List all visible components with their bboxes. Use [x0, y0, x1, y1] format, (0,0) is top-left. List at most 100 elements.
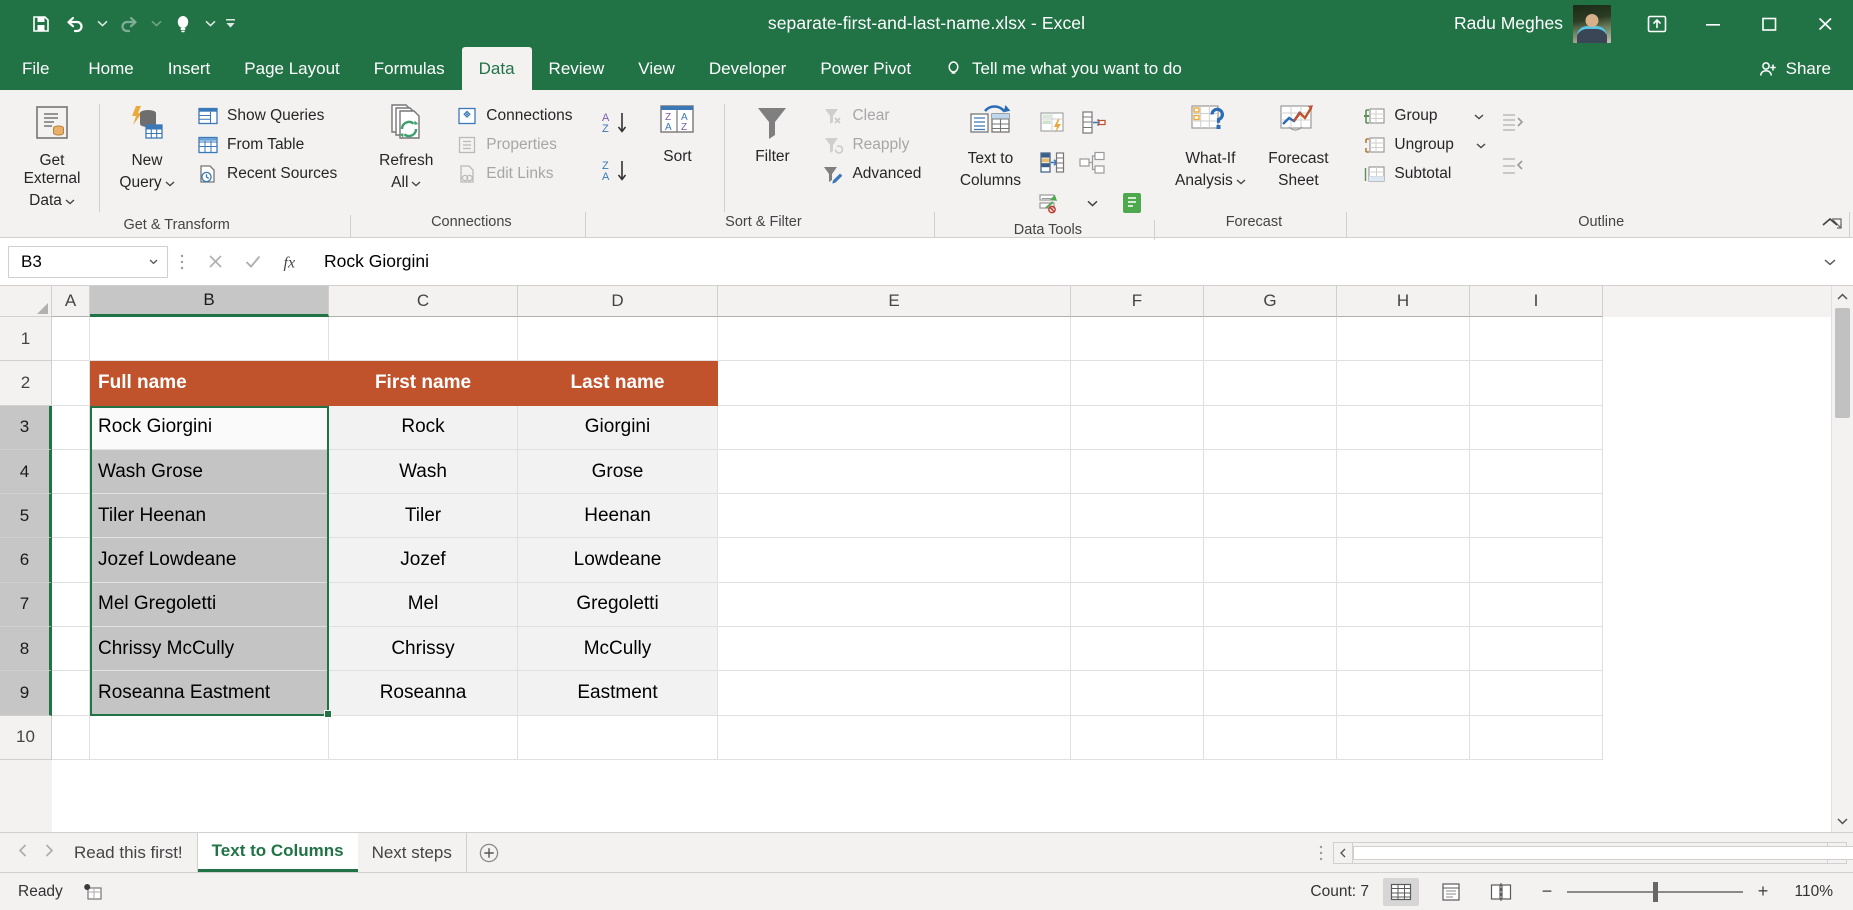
- consolidate-icon[interactable]: [1035, 186, 1069, 220]
- cell-a6[interactable]: [52, 538, 90, 582]
- cell-g5[interactable]: [1204, 494, 1337, 538]
- expand-formula-bar-icon[interactable]: [1815, 246, 1845, 278]
- sort-ascending-icon[interactable]: AZ: [598, 106, 632, 140]
- cell-b2[interactable]: Full name: [90, 361, 329, 405]
- row-header-2[interactable]: 2: [0, 361, 52, 405]
- cell-c7[interactable]: Mel: [329, 583, 518, 627]
- what-if-analysis-caret-icon[interactable]: [1236, 172, 1246, 190]
- tab-insert[interactable]: Insert: [151, 47, 228, 90]
- select-all-corner[interactable]: [0, 286, 52, 317]
- scroll-left-icon[interactable]: [1333, 842, 1353, 864]
- cell-i5[interactable]: [1470, 494, 1603, 538]
- text-to-columns-button[interactable]: Text to Columns: [947, 96, 1033, 196]
- row-header-1[interactable]: 1: [0, 317, 52, 361]
- row-header-6[interactable]: 6: [0, 538, 52, 582]
- relationships-icon[interactable]: [1075, 146, 1109, 180]
- group-button[interactable]: Group: [1359, 102, 1493, 130]
- cell-c4[interactable]: Wash: [329, 450, 518, 494]
- cell-e2[interactable]: [718, 361, 1071, 405]
- cell-h1[interactable]: [1337, 317, 1470, 361]
- zoom-slider-thumb[interactable]: [1653, 882, 1658, 902]
- fill-handle[interactable]: [324, 710, 332, 718]
- row-header-10[interactable]: 10: [0, 716, 52, 760]
- tab-review[interactable]: Review: [532, 47, 622, 90]
- formula-bar-resize-handle[interactable]: [168, 252, 196, 272]
- cell-d3[interactable]: Giorgini: [518, 406, 718, 450]
- zoom-level[interactable]: 110%: [1791, 883, 1843, 901]
- redo-dropdown-caret-icon[interactable]: [146, 7, 166, 41]
- cell-i9[interactable]: [1470, 671, 1603, 715]
- column-header-e[interactable]: E: [718, 286, 1071, 317]
- get-external-data-caret-icon[interactable]: [65, 192, 75, 210]
- column-header-f[interactable]: F: [1071, 286, 1204, 317]
- row-header-8[interactable]: 8: [0, 627, 52, 671]
- get-external-data-button[interactable]: Get External Data: [9, 96, 95, 215]
- horizontal-scroll-thumb[interactable]: [1353, 846, 1853, 860]
- tab-power-pivot[interactable]: Power Pivot: [803, 47, 928, 90]
- cell-h8[interactable]: [1337, 627, 1470, 671]
- sheet-tab-read-this-first[interactable]: Read this first!: [60, 833, 198, 872]
- name-box[interactable]: B3: [8, 246, 168, 278]
- cell-i4[interactable]: [1470, 450, 1603, 494]
- cell-e4[interactable]: [718, 450, 1071, 494]
- cell-h7[interactable]: [1337, 583, 1470, 627]
- cell-h9[interactable]: [1337, 671, 1470, 715]
- advanced-filter-button[interactable]: Advanced: [817, 160, 929, 188]
- cell-e1[interactable]: [718, 317, 1071, 361]
- cell-d6[interactable]: Lowdeane: [518, 538, 718, 582]
- refresh-all-button[interactable]: Refresh All: [363, 96, 449, 198]
- cell-e10[interactable]: [718, 716, 1071, 760]
- cell-i6[interactable]: [1470, 538, 1603, 582]
- cell-a4[interactable]: [52, 450, 90, 494]
- share-button[interactable]: Share: [1744, 47, 1853, 90]
- vertical-scrollbar[interactable]: [1831, 317, 1853, 832]
- cell-f2[interactable]: [1071, 361, 1204, 405]
- touch-mode-icon[interactable]: [166, 7, 200, 41]
- subtotal-button[interactable]: Subtotal: [1359, 160, 1493, 188]
- connections-button[interactable]: Connections: [451, 102, 580, 130]
- cell-b3[interactable]: Rock Giorgini: [90, 406, 329, 450]
- minimize-button[interactable]: [1685, 0, 1741, 47]
- row-header-4[interactable]: 4: [0, 450, 52, 494]
- cell-d10[interactable]: [518, 716, 718, 760]
- redo-icon[interactable]: [112, 7, 146, 41]
- column-header-h[interactable]: H: [1337, 286, 1470, 317]
- customize-qat-icon[interactable]: [220, 7, 240, 41]
- cell-c5[interactable]: Tiler: [329, 494, 518, 538]
- tab-developer[interactable]: Developer: [692, 47, 804, 90]
- previous-sheet-icon[interactable]: [18, 844, 28, 862]
- cell-d1[interactable]: [518, 317, 718, 361]
- cell-g1[interactable]: [1204, 317, 1337, 361]
- normal-view-icon[interactable]: [1383, 878, 1419, 906]
- next-sheet-icon[interactable]: [44, 844, 54, 862]
- flash-fill-icon[interactable]: [1035, 106, 1069, 140]
- cell-h2[interactable]: [1337, 361, 1470, 405]
- cell-h10[interactable]: [1337, 716, 1470, 760]
- formula-input[interactable]: [310, 246, 1815, 278]
- column-header-d[interactable]: D: [518, 286, 718, 317]
- avatar[interactable]: [1573, 5, 1611, 43]
- cancel-edit-icon[interactable]: [196, 246, 234, 278]
- cell-c8[interactable]: Chrissy: [329, 627, 518, 671]
- horizontal-scroll-track[interactable]: [1353, 842, 1827, 864]
- tell-me-search[interactable]: Tell me what you want to do: [928, 47, 1182, 90]
- zoom-in-icon[interactable]: +: [1755, 881, 1771, 902]
- column-header-c[interactable]: C: [329, 286, 518, 317]
- record-macro-icon[interactable]: [83, 883, 103, 901]
- from-table-button[interactable]: From Table: [192, 131, 345, 159]
- cell-h6[interactable]: [1337, 538, 1470, 582]
- refresh-all-caret-icon[interactable]: [411, 174, 421, 192]
- cell-f4[interactable]: [1071, 450, 1204, 494]
- cell-f3[interactable]: [1071, 406, 1204, 450]
- cell-e9[interactable]: [718, 671, 1071, 715]
- column-header-b[interactable]: B: [90, 286, 329, 317]
- cell-e6[interactable]: [718, 538, 1071, 582]
- cell-f5[interactable]: [1071, 494, 1204, 538]
- row-header-9[interactable]: 9: [0, 671, 52, 715]
- row-header-7[interactable]: 7: [0, 583, 52, 627]
- confirm-edit-icon[interactable]: [234, 246, 272, 278]
- zoom-slider[interactable]: [1567, 891, 1743, 893]
- cell-i3[interactable]: [1470, 406, 1603, 450]
- sort-descending-icon[interactable]: ZA: [598, 154, 632, 188]
- cell-i2[interactable]: [1470, 361, 1603, 405]
